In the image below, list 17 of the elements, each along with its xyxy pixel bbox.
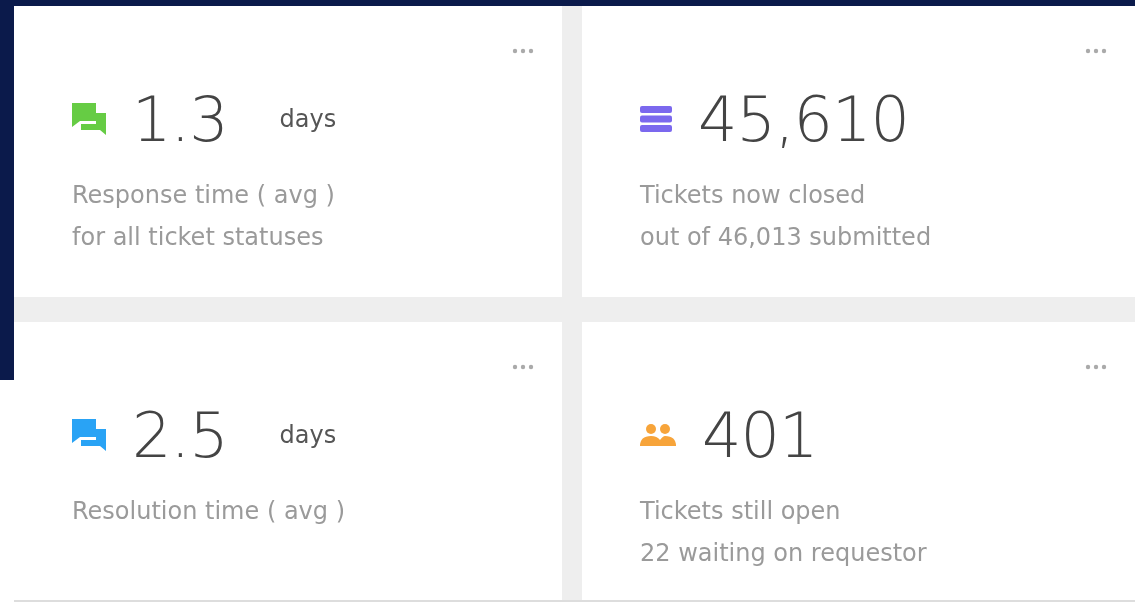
stat-description: Response time ( avg ) (72, 180, 336, 211)
stat-description: for all ticket statuses (72, 222, 325, 253)
more-options-icon[interactable] (1085, 48, 1107, 54)
stat-description: Resolution time ( avg ) (72, 496, 346, 527)
stat-value: 2.5 (132, 398, 228, 472)
stat-description: 22 waiting on requestor (640, 538, 928, 569)
stat-unit: days (279, 105, 337, 133)
stat-unit: days (279, 421, 337, 449)
more-options-icon[interactable] (1085, 364, 1107, 370)
stat-description: Tickets still open (640, 496, 842, 527)
stat-description: Tickets now closed (640, 180, 867, 211)
stat-description: out of 46,013 submitted (640, 222, 933, 253)
stat-value: 401 (702, 398, 818, 472)
more-options-icon[interactable] (512, 364, 534, 370)
stat-value: 1.3 (132, 82, 228, 156)
more-options-icon[interactable] (512, 48, 534, 54)
stat-value: 45,610 (698, 82, 909, 156)
